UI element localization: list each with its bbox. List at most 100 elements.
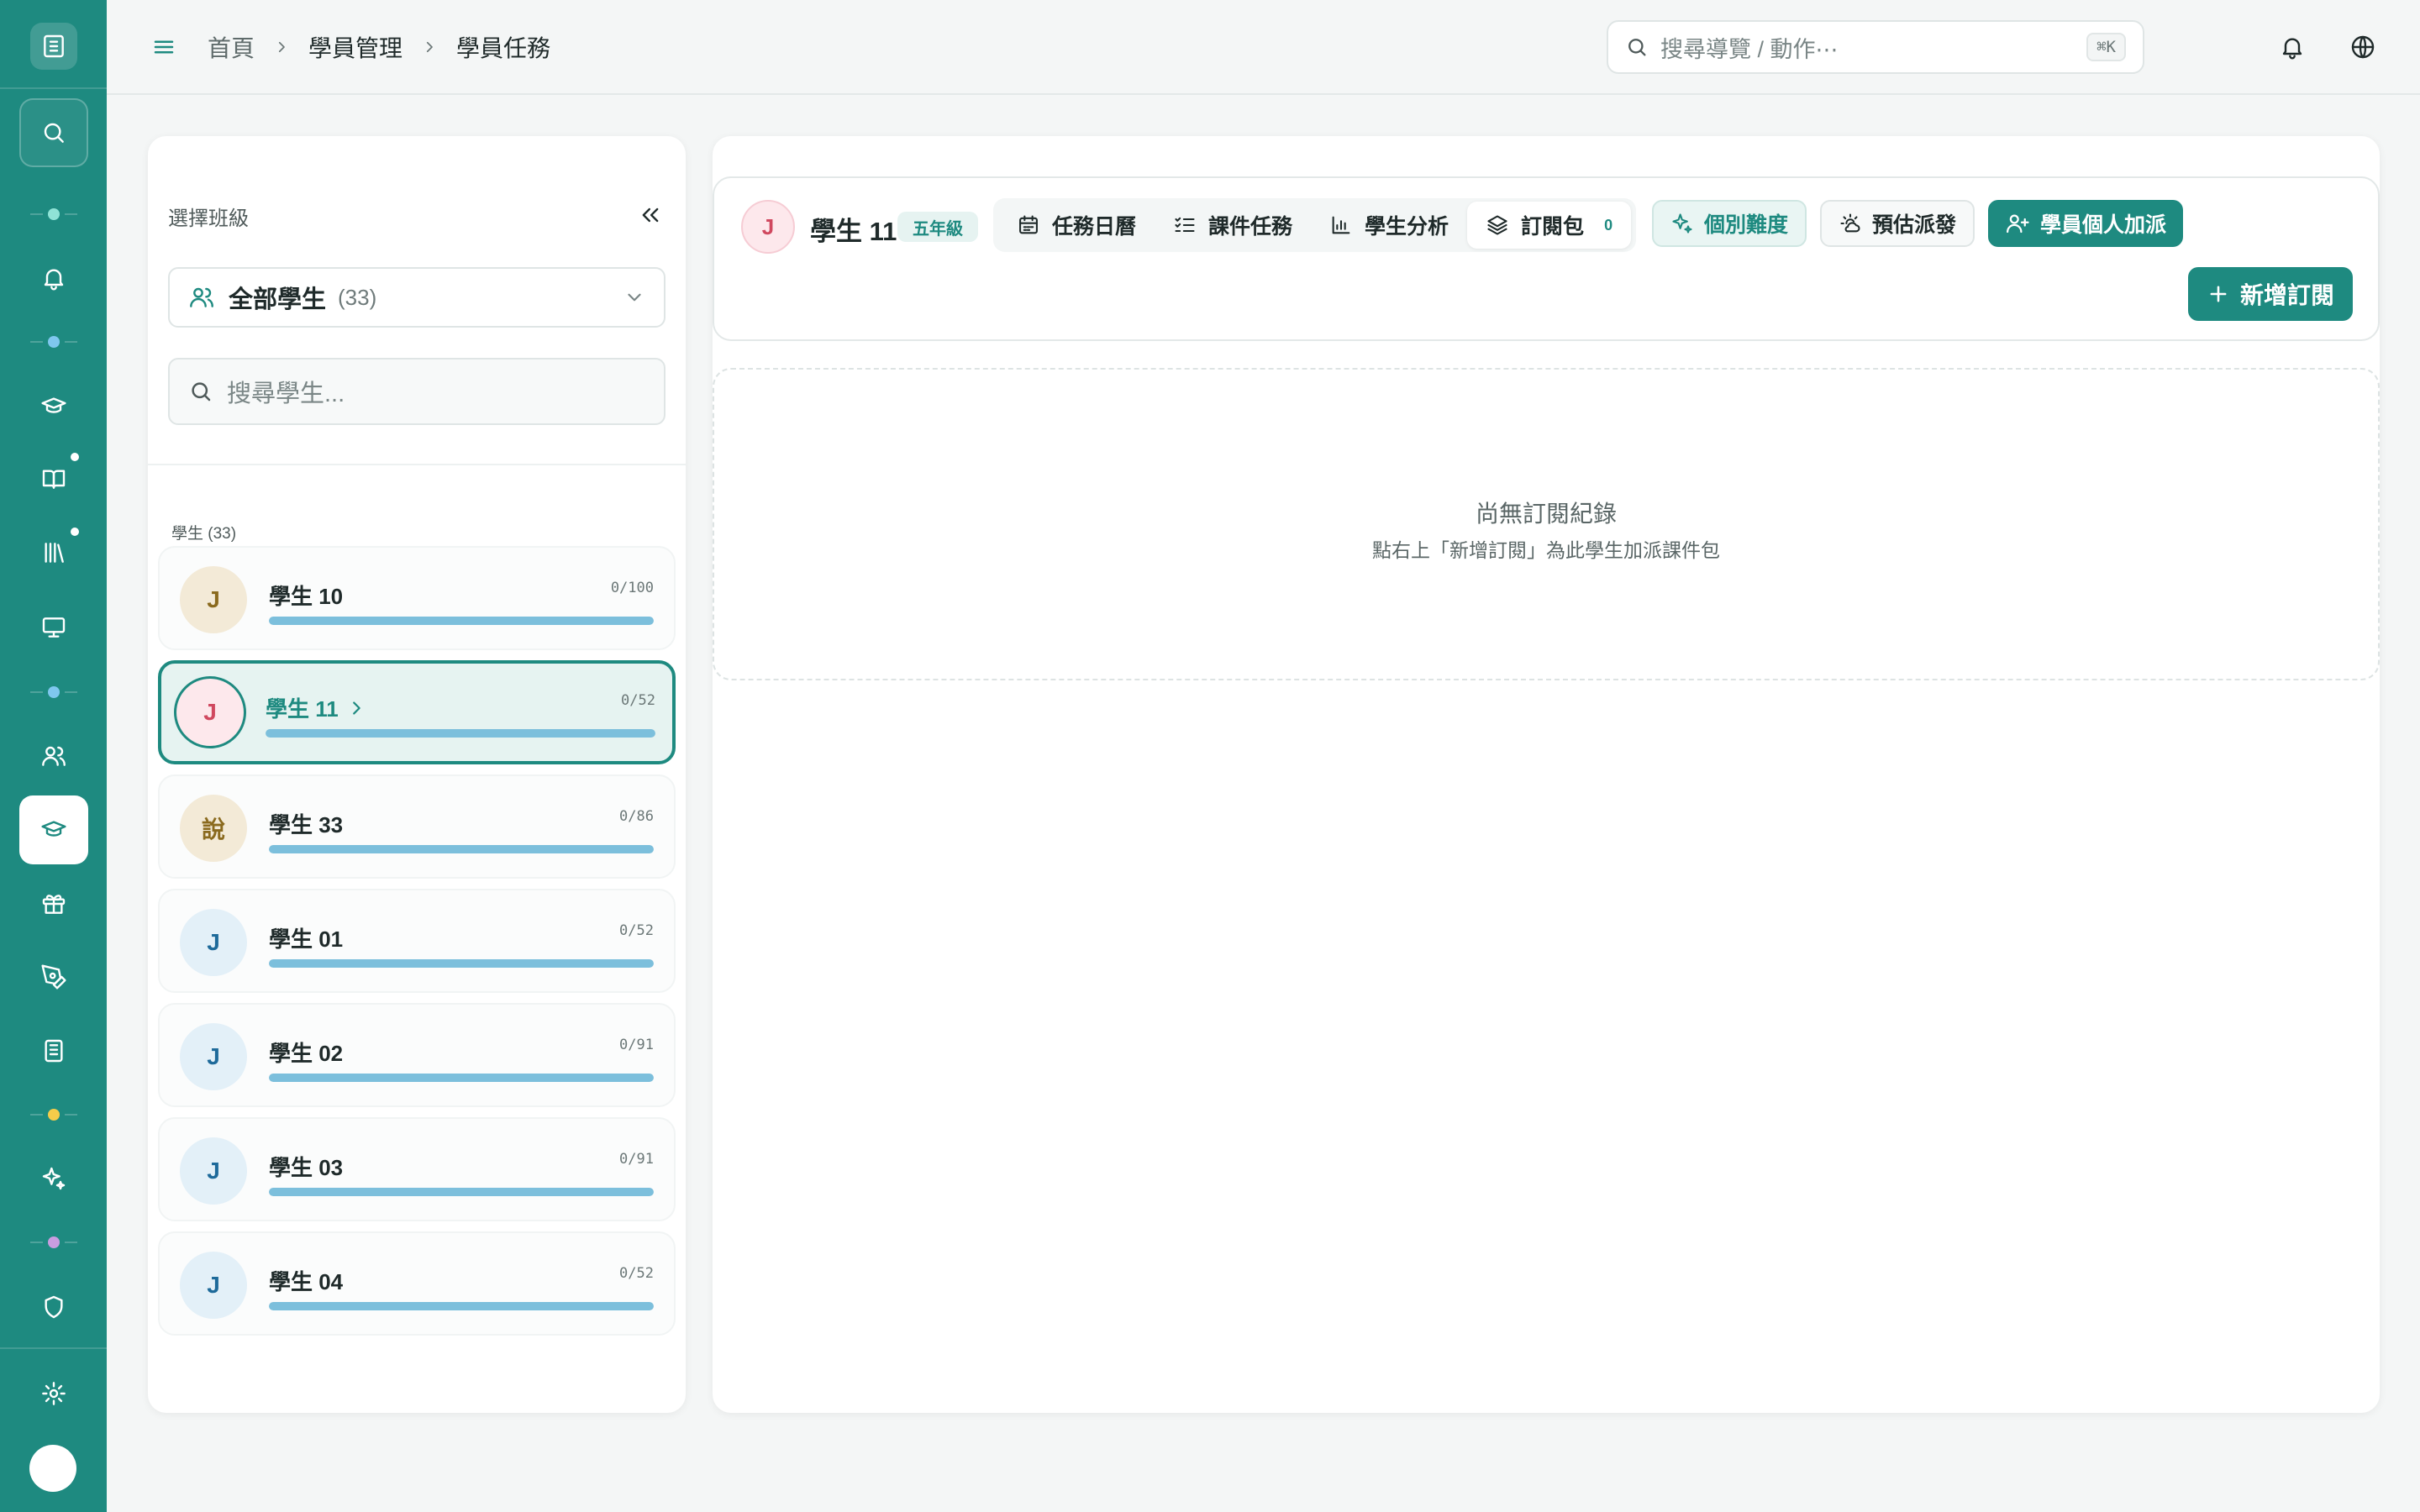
- student-name: 學生 11: [810, 217, 897, 246]
- breadcrumb-student-management[interactable]: 學員管理: [308, 30, 402, 64]
- class-select-dropdown[interactable]: 全部學生 (33): [168, 267, 666, 328]
- rail-divider: [0, 1347, 107, 1349]
- student-progress-bar: [269, 617, 654, 625]
- student-name: 學生 04: [269, 1265, 343, 1296]
- rail-design-button[interactable]: [19, 942, 88, 1011]
- student-progress-bar: [266, 729, 655, 738]
- search-icon: [192, 382, 211, 402]
- language-button[interactable]: [2346, 30, 2380, 64]
- student-list-item[interactable]: J 學生 10 0/100: [158, 546, 676, 650]
- nav-rail: [0, 0, 107, 1512]
- empty-state-title: 尚無訂閱紀錄: [1475, 501, 1617, 527]
- student-detail-panel: J 學生 11 五年級 任務日曆 課件任務 學生分析 訂閱包 0 個別難度 預估…: [713, 136, 2380, 1413]
- student-avatar: J: [180, 566, 247, 633]
- rail-search-button[interactable]: [19, 98, 88, 167]
- button-label: 學員個人加派: [2040, 213, 2167, 237]
- sparkles-icon: [1672, 213, 1692, 234]
- menu-toggle-button[interactable]: [147, 30, 181, 64]
- bell-icon: [2282, 38, 2302, 60]
- student-score: 0/91: [619, 1151, 654, 1168]
- student-progress-bar: [269, 1302, 654, 1310]
- collapse-panel-button[interactable]: [635, 200, 666, 230]
- individual-difficulty-button[interactable]: 個別難度: [1652, 200, 1807, 247]
- rail-users-button[interactable]: [19, 722, 88, 790]
- class-select-count: (33): [338, 284, 377, 310]
- user-avatar[interactable]: [29, 1445, 76, 1492]
- student-list-item[interactable]: J 學生 04 0/52: [158, 1231, 676, 1336]
- top-bar: 首頁 學員管理 學員任務 搜尋導覽 / 動作⋯ ⌘K: [107, 0, 2420, 95]
- rail-notifications-button[interactable]: [19, 244, 88, 312]
- student-name-label: 學生 03: [269, 1155, 344, 1180]
- student-header-card: J 學生 11 五年級 任務日曆 課件任務 學生分析 訂閱包 0 個別難度 預估…: [713, 176, 2380, 341]
- student-name: 學生 33: [269, 808, 343, 839]
- rail-classroom-button[interactable]: [19, 593, 88, 662]
- personal-assign-button[interactable]: 學員個人加派: [1988, 200, 2184, 247]
- progress-fill: [266, 729, 655, 738]
- rail-courses-button[interactable]: [19, 372, 88, 441]
- student-list-item[interactable]: J 學生 02 0/91: [158, 1003, 676, 1107]
- progress-fill: [269, 845, 654, 853]
- tab-label: 學生分析: [1365, 215, 1449, 239]
- rail-security-button[interactable]: [19, 1273, 88, 1341]
- cloud-sun-icon: [1840, 213, 1860, 233]
- student-search-placeholder: 搜尋學生...: [227, 381, 345, 407]
- monitor-icon: [42, 617, 66, 638]
- tab-student-analysis[interactable]: 學生分析: [1311, 202, 1467, 249]
- progress-fill: [269, 1074, 654, 1082]
- student-name: 學生 11: [266, 692, 366, 723]
- student-avatar: 說: [180, 795, 247, 862]
- global-search-placeholder: 搜尋導覽 / 動作⋯: [1660, 36, 1839, 62]
- tab-count: 0: [1604, 216, 1613, 234]
- estimate-dispatch-button[interactable]: 預估派發: [1820, 200, 1975, 247]
- tab-course-tasks[interactable]: 課件任務: [1155, 202, 1311, 249]
- student-name-label: 學生 02: [269, 1041, 344, 1066]
- breadcrumb: 首頁 學員管理 學員任務: [208, 30, 550, 64]
- tab-task-calendar[interactable]: 任務日曆: [998, 202, 1155, 249]
- chevrons-left-icon: [642, 207, 659, 223]
- rail-settings-button[interactable]: [19, 1359, 88, 1428]
- student-score: 0/91: [619, 1037, 654, 1053]
- student-score: 0/86: [619, 808, 654, 825]
- search-icon: [1628, 39, 1646, 56]
- rail-rewards-button[interactable]: [19, 869, 88, 938]
- checklist-icon: [1175, 217, 1195, 233]
- progress-fill: [269, 959, 654, 968]
- student-score: 0/100: [610, 580, 654, 596]
- student-tabs: 任務日曆 課件任務 學生分析 訂閱包 0: [993, 198, 1637, 252]
- student-list-item[interactable]: J 學生 11 0/52: [158, 660, 676, 764]
- users-icon: [190, 287, 213, 307]
- student-list-item[interactable]: 說學生 33 0/86: [158, 774, 676, 879]
- student-avatar: J: [180, 1023, 247, 1090]
- graduation-cap-icon: [41, 821, 66, 837]
- new-subscription-button[interactable]: 新增訂閱: [2188, 267, 2353, 321]
- student-list-item[interactable]: J 學生 01 0/52: [158, 889, 676, 993]
- student-search-input[interactable]: 搜尋學生...: [168, 358, 666, 425]
- shortcut-hint: ⌘K: [2086, 33, 2126, 61]
- rail-ai-button[interactable]: [19, 1144, 88, 1213]
- student-avatar: J: [741, 200, 795, 254]
- graduation-cap-icon: [41, 397, 66, 413]
- rail-student-tasks-button[interactable]: [19, 795, 88, 864]
- rail-organization-button[interactable]: [19, 1016, 88, 1085]
- breadcrumb-home[interactable]: 首頁: [208, 30, 255, 64]
- app-logo-icon[interactable]: [30, 23, 77, 70]
- grade-badge: 五年級: [897, 212, 978, 242]
- notifications-button[interactable]: [2275, 30, 2309, 64]
- student-name: 學生 10: [269, 580, 343, 611]
- chevron-right-icon: [352, 701, 360, 715]
- rail-section-separator: [30, 208, 77, 220]
- bell-icon: [44, 269, 64, 291]
- rail-section-separator: [30, 336, 77, 348]
- student-name: 學生 01: [269, 922, 343, 953]
- student-list-item[interactable]: J 學生 03 0/91: [158, 1117, 676, 1221]
- gift-icon: [42, 895, 66, 914]
- rail-section-separator: [30, 1109, 77, 1121]
- global-search-input[interactable]: 搜尋導覽 / 動作⋯ ⌘K: [1607, 20, 2144, 74]
- chevron-down-icon: [628, 293, 641, 302]
- tab-subscription-packs[interactable]: 訂閱包 0: [1467, 202, 1632, 249]
- pen-tool-icon: [41, 964, 66, 990]
- building-icon: [45, 1039, 63, 1063]
- progress-fill: [269, 1188, 654, 1196]
- student-progress-bar: [269, 1074, 654, 1082]
- student-name-label: 學生 04: [269, 1269, 344, 1294]
